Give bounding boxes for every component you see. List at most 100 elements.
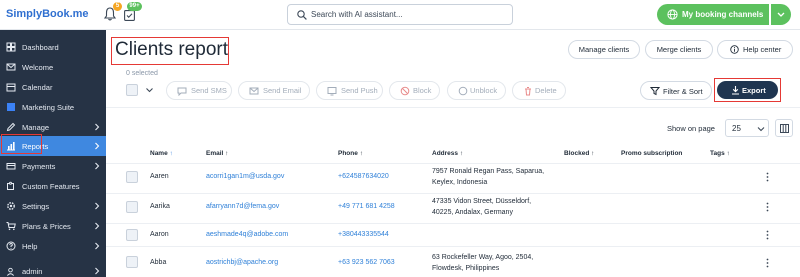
more-options-icon[interactable]: [766, 230, 769, 240]
client-email-link[interactable]: afarryann7d@fema.gov: [206, 203, 279, 210]
unblock-button[interactable]: Unblock: [447, 81, 506, 100]
column-header-blocked[interactable]: Blocked ↑: [564, 150, 594, 157]
sidebar-item-payments[interactable]: Payments: [0, 156, 106, 176]
column-header-label: Email: [206, 150, 224, 157]
table-divider: [106, 223, 800, 224]
unblock-label: Unblock: [470, 86, 498, 95]
sidebar-user[interactable]: admin: [0, 266, 106, 277]
sort-arrow-icon: ↑: [591, 150, 595, 157]
help-center-label: Help center: [743, 45, 782, 54]
manage-clients-button[interactable]: Manage clients: [568, 40, 640, 59]
sms-icon: [177, 87, 187, 96]
chevron-down-icon[interactable]: [145, 86, 154, 94]
client-phone-link[interactable]: +380443335544: [338, 231, 389, 238]
export-label: Export: [742, 86, 766, 95]
search-icon: [297, 10, 307, 20]
send-push-button[interactable]: Send Push: [316, 81, 383, 100]
columns-button[interactable]: [775, 119, 793, 137]
sidebar-item-label: Plans & Prices: [22, 222, 71, 231]
download-icon: [732, 86, 739, 95]
client-name: Aarika: [150, 203, 170, 210]
more-options-icon[interactable]: [766, 172, 769, 182]
sidebar-item-plans-prices[interactable]: Plans & Prices: [0, 216, 106, 236]
user-icon: [7, 267, 14, 276]
column-header-address[interactable]: Address ↑: [432, 150, 463, 157]
ai-search-input[interactable]: Search with AI assistant...: [287, 4, 513, 25]
client-address-line2: 40225, Andalax, Germany: [432, 209, 513, 216]
row-checkbox[interactable]: [126, 256, 138, 268]
client-phone-link[interactable]: +49 771 681 4258: [338, 203, 395, 210]
column-header-label: Tags: [710, 150, 725, 157]
pencil-icon: [6, 122, 16, 132]
client-address-line2: Keylex, Indonesia: [432, 179, 488, 186]
table-divider: [106, 193, 800, 194]
column-header-label: Address: [432, 150, 459, 157]
more-options-icon[interactable]: [766, 202, 769, 212]
client-phone-link[interactable]: +63 923 562 7063: [338, 259, 395, 266]
email-icon: [249, 87, 259, 95]
payments-icon: [6, 163, 16, 170]
sort-arrow-icon: ↑: [726, 150, 730, 157]
column-header-name[interactable]: Name ↑: [150, 150, 173, 157]
client-name: Aaron: [150, 231, 169, 238]
filter-icon: [650, 87, 660, 96]
marketing-icon: [7, 103, 15, 111]
export-button[interactable]: Export: [717, 81, 778, 99]
sidebar-item-settings[interactable]: Settings: [0, 196, 106, 216]
column-header-phone[interactable]: Phone ↑: [338, 150, 363, 157]
unblock-icon: [458, 86, 468, 96]
row-checkbox[interactable]: [126, 201, 138, 213]
send-push-label: Send Push: [341, 86, 378, 95]
row-checkbox[interactable]: [126, 229, 138, 241]
sidebar-item-label: Payments: [22, 162, 56, 171]
delete-button[interactable]: Delete: [512, 81, 566, 100]
chevron-right-icon: [95, 142, 100, 150]
filter-sort-button[interactable]: Filter & Sort: [640, 81, 712, 100]
puzzle-icon: [7, 181, 14, 190]
sidebar-user-name: admin: [22, 267, 43, 276]
booking-channels-button[interactable]: My booking channels: [657, 4, 769, 25]
client-email-link[interactable]: acorri1gan1m@usda.gov: [206, 173, 284, 180]
sidebar-item-marketing-suite[interactable]: Marketing Suite: [0, 97, 106, 117]
send-sms-button[interactable]: Send SMS: [166, 81, 232, 100]
send-email-label: Send Email: [263, 86, 302, 95]
sidebar-item-calendar[interactable]: Calendar: [0, 77, 106, 97]
column-header-email[interactable]: Email ↑: [206, 150, 228, 157]
client-email-link[interactable]: aeshmade4q@adobe.com: [206, 231, 288, 238]
select-all-checkbox[interactable]: [126, 84, 138, 96]
calendar-badge: 99+: [127, 2, 142, 11]
client-phone-link[interactable]: +624587634020: [338, 173, 389, 180]
client-email-link[interactable]: aostrichbj@apache.org: [206, 259, 278, 266]
block-button[interactable]: Block: [389, 81, 440, 100]
chevron-right-icon: [95, 123, 100, 131]
merge-clients-button[interactable]: Merge clients: [645, 40, 713, 59]
delete-label: Delete: [535, 86, 557, 95]
sidebar-item-help[interactable]: Help: [0, 236, 106, 256]
column-header-label: Name: [150, 150, 168, 157]
page-size-select[interactable]: 25: [725, 119, 769, 137]
row-checkbox[interactable]: [126, 171, 138, 183]
search-placeholder: Search with AI assistant...: [311, 10, 403, 19]
sidebar-item-label: Settings: [22, 202, 50, 211]
column-header-tags[interactable]: Tags ↑: [710, 150, 730, 157]
booking-channels-dropdown[interactable]: [771, 4, 791, 25]
dashboard-icon: [6, 42, 16, 52]
welcome-icon: [6, 63, 16, 71]
chevron-down-icon: [777, 12, 785, 17]
client-address-line1: 63 Rockefeller Way, Agoo, 2504,: [432, 254, 534, 261]
sidebar-item-custom-features[interactable]: Custom Features: [0, 176, 106, 196]
send-email-button[interactable]: Send Email: [238, 81, 310, 100]
logo[interactable]: SimplyBook.me: [6, 8, 89, 20]
help-center-button[interactable]: Help center: [717, 40, 793, 59]
sidebar-item-dashboard[interactable]: Dashboard: [0, 37, 106, 57]
notifications-badge: 5: [113, 2, 122, 11]
sidebar-item-welcome[interactable]: Welcome: [0, 57, 106, 77]
filter-sort-label: Filter & Sort: [663, 87, 703, 96]
chevron-right-icon: [95, 202, 100, 210]
globe-icon: [667, 9, 678, 20]
block-label: Block: [413, 86, 432, 95]
sidebar-item-label: Dashboard: [22, 43, 59, 52]
more-options-icon[interactable]: [766, 258, 769, 268]
client-name: Aaren: [150, 173, 169, 180]
sidebar-item-label: Custom Features: [22, 182, 80, 191]
